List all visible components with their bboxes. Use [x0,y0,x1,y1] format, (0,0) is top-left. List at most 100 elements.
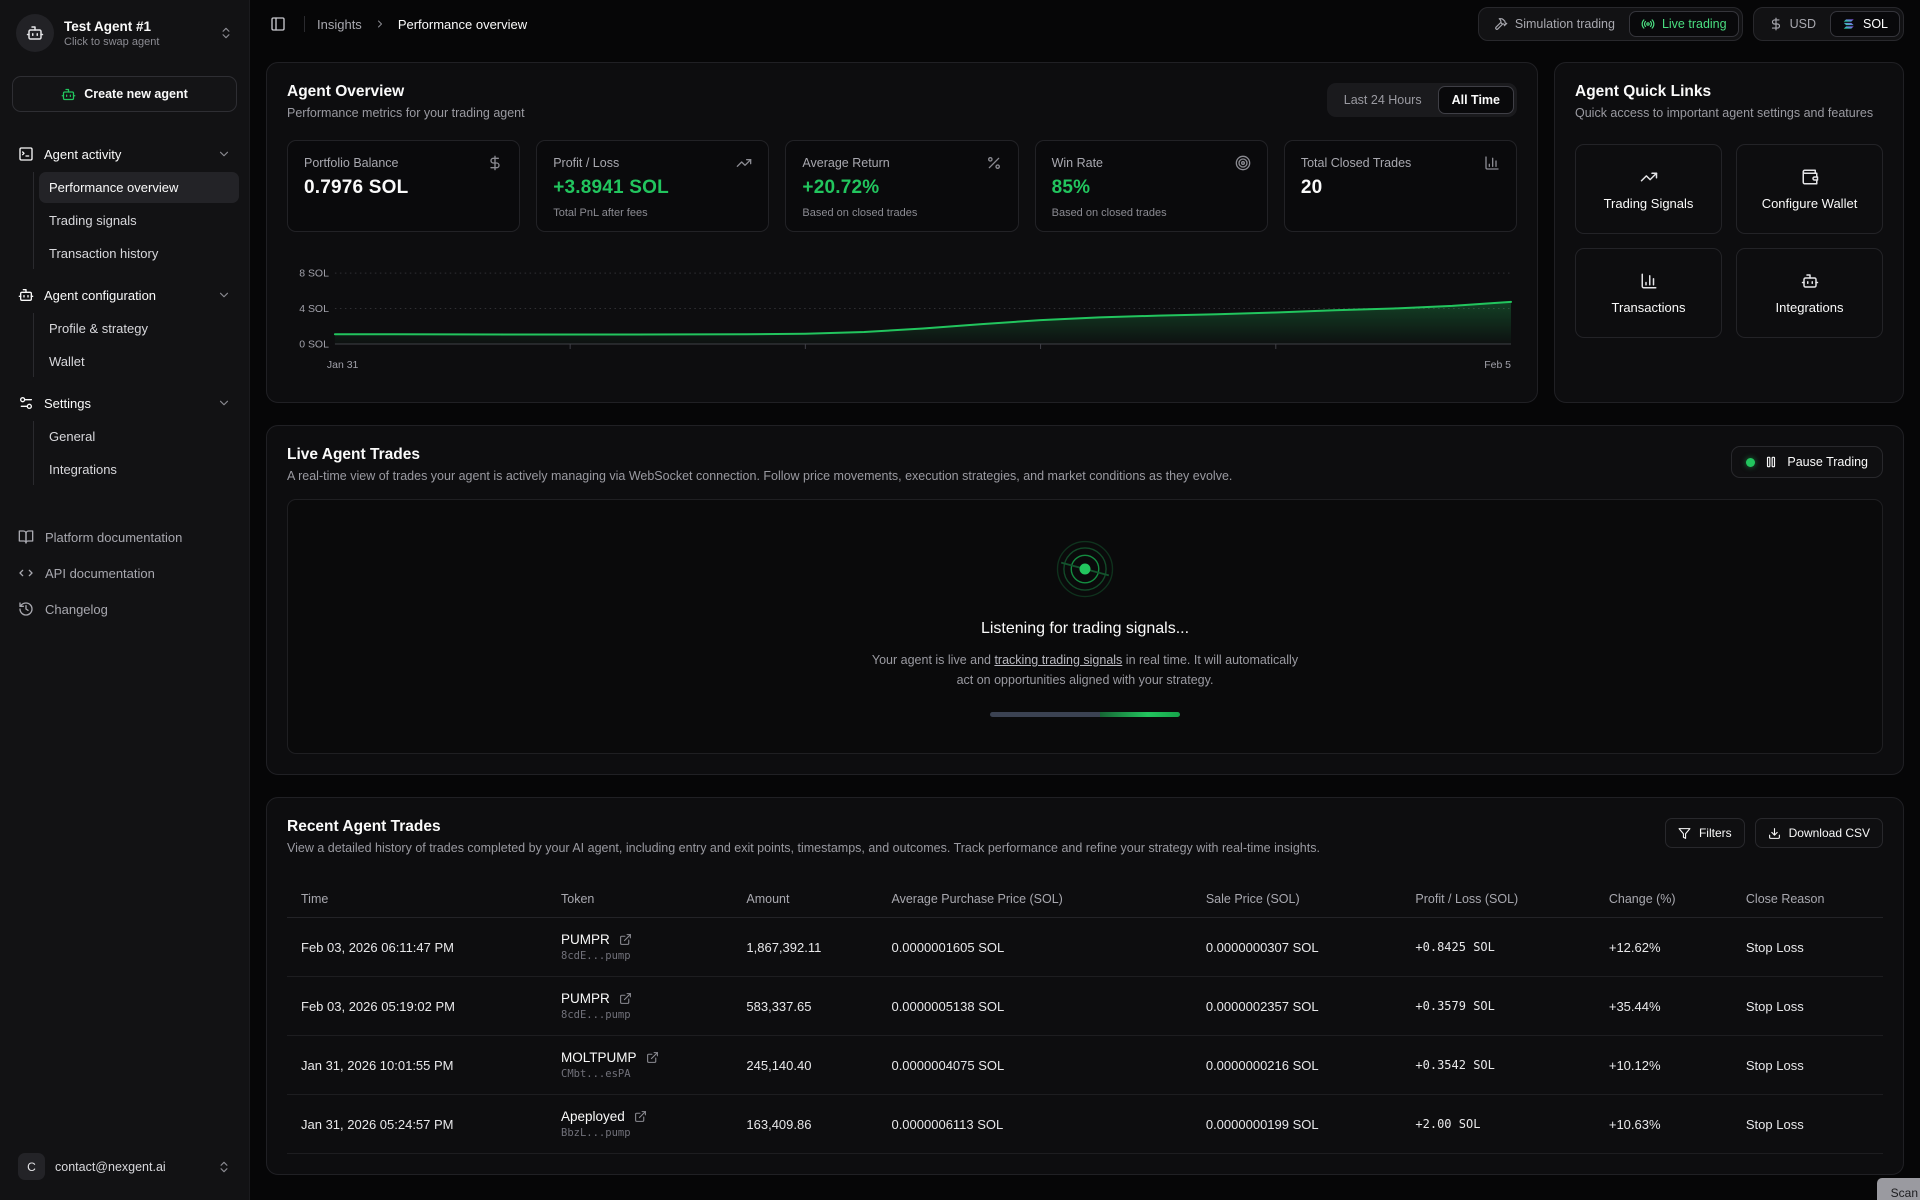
cell-avg-price: 0.0000006113 SOL [883,1095,1197,1154]
cell-change: +10.12% [1601,1036,1738,1095]
main-area: Insights Performance overview Simulation… [250,0,1920,1200]
portfolio-chart: 0 SOL4 SOL8 SOLJan 31Feb 5 [287,252,1517,382]
cell-pnl: +0.3579 SOL [1407,977,1600,1036]
breadcrumb-section[interactable]: Insights [317,17,362,32]
listening-title: Listening for trading signals... [981,620,1189,638]
svg-text:8 SOL: 8 SOL [299,269,329,280]
column-header-amount: Amount [738,881,883,918]
table-row[interactable]: Feb 03, 2026 05:19:02 PM PUMPR 8cdE...pu… [287,977,1883,1036]
quick-link-configure-wallet[interactable]: Configure Wallet [1736,144,1883,234]
cell-token: PUMPR 8cdE...pump [553,977,738,1036]
agent-avatar [16,14,54,52]
scan-badge: Scan [1877,1178,1920,1200]
quick-link-trading-signals[interactable]: Trading Signals [1575,144,1722,234]
metric-card-profit-loss: Profit / Loss +3.8941 SOL Total PnL afte… [536,140,769,232]
download-icon [1768,827,1781,840]
quick-link-transactions[interactable]: Transactions [1575,248,1722,338]
filters-button[interactable]: Filters [1665,818,1745,848]
terminal-icon [18,146,34,162]
column-header-change: Change (%) [1601,881,1738,918]
sidebar-item-performance-overview[interactable]: Performance overview [39,172,239,203]
sidebar-item-general[interactable]: General [39,421,239,452]
dollar-icon [1769,17,1783,31]
cell-change: +10.63% [1601,1095,1738,1154]
quick-link-integrations[interactable]: Integrations [1736,248,1883,338]
user-menu[interactable]: C contact@nexgent.ai [10,1147,239,1186]
cell-close-reason: Stop Loss [1738,1036,1883,1095]
metric-value: +20.72% [802,177,1001,199]
time-filter-all-time[interactable]: All Time [1438,86,1514,114]
sidebar-item-transaction-history[interactable]: Transaction history [39,238,239,269]
column-header-profit-loss-sol: Profit / Loss (SOL) [1407,881,1600,918]
sidebar-item-trading-signals[interactable]: Trading signals [39,205,239,236]
sidebar: Test Agent #1 Click to swap agent Create… [0,0,250,1200]
sidebar-toggle-button[interactable] [264,10,292,38]
cell-time: Feb 03, 2026 05:19:02 PM [287,977,553,1036]
chevron-down-icon [217,288,231,302]
cell-close-reason: Stop Loss [1738,1095,1883,1154]
sidebar-section-agent-activity[interactable]: Agent activity [10,138,239,170]
agent-overview-panel: Agent Overview Performance metrics for y… [266,62,1538,403]
doc-link-api-documentation[interactable]: API documentation [10,557,239,589]
toggle-option-sol[interactable]: SOL [1830,11,1900,37]
chevrons-up-down-icon [219,26,233,40]
tracking-signals-link[interactable]: tracking trading signals [994,653,1122,667]
toggle-option-live-trading[interactable]: Live trading [1629,11,1739,37]
token-address: 8cdE...pump [561,950,730,962]
chevron-right-icon [374,18,386,30]
content: Agent Overview Performance metrics for y… [250,48,1920,1200]
sidebar-item-wallet[interactable]: Wallet [39,346,239,377]
external-link-icon[interactable] [619,992,632,1005]
metric-value: 0.7976 SOL [304,177,503,199]
cell-avg-price: 0.0000005138 SOL [883,977,1197,1036]
table-row[interactable]: Jan 31, 2026 10:01:55 PM MOLTPUMP CMbt..… [287,1036,1883,1095]
download-csv-button[interactable]: Download CSV [1755,818,1883,848]
recent-trades-panel: Recent Agent Trades View a detailed hist… [266,797,1904,1175]
cell-amount: 245,140.40 [738,1036,883,1095]
token-address: 8cdE...pump [561,1009,730,1021]
table-row[interactable]: Jan 31, 2026 05:24:57 PM Apeployed BbzL.… [287,1095,1883,1154]
robot-icon [1801,272,1819,290]
topbar: Insights Performance overview Simulation… [250,0,1920,48]
currency-toggle: USD SOL [1753,7,1904,41]
external-link-icon[interactable] [634,1110,647,1123]
agent-subtitle: Click to swap agent [64,36,209,48]
sidebar-item-profile-strategy[interactable]: Profile & strategy [39,313,239,344]
cell-change: +35.44% [1601,977,1738,1036]
metric-value: +3.8941 SOL [553,177,752,199]
create-new-agent-button[interactable]: Create new agent [12,76,237,112]
external-link-icon[interactable] [619,933,632,946]
svg-text:0 SOL: 0 SOL [299,339,329,350]
live-status-dot [1746,458,1755,467]
sidebar-section-agent-configuration[interactable]: Agent configuration [10,279,239,311]
toggle-option-simulation-trading[interactable]: Simulation trading [1482,11,1627,37]
robot-icon [61,87,76,102]
external-link-icon[interactable] [646,1051,659,1064]
quick-links-panel: Agent Quick Links Quick access to import… [1554,62,1904,403]
toggle-option-usd[interactable]: USD [1757,11,1828,37]
user-email: contact@nexgent.ai [55,1160,207,1174]
table-row[interactable]: Feb 03, 2026 06:11:47 PM PUMPR 8cdE...pu… [287,918,1883,977]
divider [304,16,305,32]
live-trades-panel: Live Agent Trades A real-time view of tr… [266,425,1904,775]
cell-avg-price: 0.0000001605 SOL [883,918,1197,977]
doc-link-platform-documentation[interactable]: Platform documentation [10,521,239,553]
cell-sale-price: 0.0000000307 SOL [1198,918,1408,977]
agent-name: Test Agent #1 [64,19,209,34]
dollar-icon [487,155,503,171]
pause-trading-button[interactable]: Pause Trading [1731,446,1883,478]
cell-sale-price: 0.0000000216 SOL [1198,1036,1408,1095]
column-header-token: Token [553,881,738,918]
time-filter-last-24-hours[interactable]: Last 24 Hours [1330,86,1436,114]
sidebar-section-settings[interactable]: Settings [10,387,239,419]
cell-token: Apeployed BbzL...pump [553,1095,738,1154]
target-icon [1235,155,1251,171]
agent-switcher[interactable]: Test Agent #1 Click to swap agent [10,10,239,56]
funnel-icon [1678,827,1691,840]
svg-text:4 SOL: 4 SOL [299,304,329,315]
svg-text:Jan 31: Jan 31 [327,360,359,371]
percent-icon [986,155,1002,171]
cell-sale-price: 0.0000002357 SOL [1198,977,1408,1036]
doc-link-changelog[interactable]: Changelog [10,593,239,625]
sidebar-item-integrations[interactable]: Integrations [39,454,239,485]
